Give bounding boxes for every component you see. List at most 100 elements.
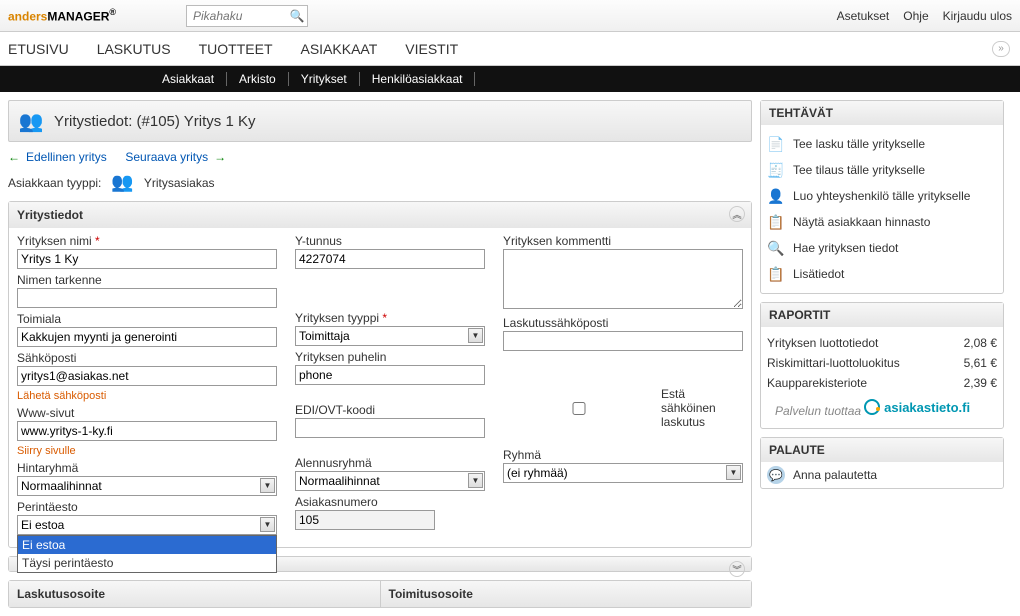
company-icon: 👥	[14, 106, 48, 136]
search-icon[interactable]: 🔍	[287, 6, 307, 26]
nav-messages[interactable]: VIESTIT	[405, 41, 458, 57]
ctype-label: Yrityksen tyyppi *	[295, 311, 485, 325]
invemail-input[interactable]	[503, 331, 743, 351]
chevron-down-icon[interactable]: ▼	[260, 478, 275, 493]
service-provider: Palvelun tuottaa asiakastieto.fi	[767, 393, 997, 422]
address-sections: Laskutusosoite Toimitusosoite	[8, 580, 752, 608]
prev-company-link[interactable]: Edellinen yritys	[26, 150, 107, 164]
speech-bubble-icon: 💬	[767, 466, 785, 484]
feedback-title: PALAUTE	[761, 438, 1003, 462]
chevron-down-icon[interactable]: ▼	[468, 328, 483, 343]
task-create-invoice[interactable]: 📄Tee lasku tälle yritykselle	[767, 131, 997, 157]
main-content: 👥 Yritystiedot: (#105) Yritys 1 Ky ← Ede…	[0, 92, 760, 616]
person-icon: 👤	[767, 187, 785, 205]
name-ext-input[interactable]	[17, 288, 277, 308]
pricegroup-label: Hintaryhmä	[17, 461, 277, 475]
nav-products[interactable]: TUOTTEET	[199, 41, 273, 57]
tasks-panel: TEHTÄVÄT 📄Tee lasku tälle yritykselle 🧾T…	[760, 100, 1004, 294]
comment-textarea[interactable]	[503, 249, 743, 309]
edi-label: EDI/OVT-koodi	[295, 403, 485, 417]
section-header: Yritystiedot ︽	[9, 202, 751, 228]
collect-option-full[interactable]: Täysi perintäesto	[18, 554, 276, 572]
industry-input[interactable]	[17, 327, 277, 347]
group-label: Ryhmä	[503, 448, 743, 462]
custno-input	[295, 510, 435, 530]
expand-icon[interactable]: ︾	[729, 561, 745, 577]
phone-label: Yrityksen puhelin	[295, 350, 485, 364]
collapse-icon[interactable]: ︽	[729, 206, 745, 222]
main-nav: ETUSIVU LASKUTUS TUOTTEET ASIAKKAAT VIES…	[0, 32, 1020, 66]
reports-title: RAPORTIT	[761, 303, 1003, 327]
chevron-down-icon[interactable]: ▼	[468, 473, 483, 488]
nav-customers[interactable]: ASIAKKAAT	[301, 41, 378, 57]
comment-label: Yrityksen kommentti	[503, 234, 743, 248]
search-input[interactable]	[187, 6, 287, 26]
nav-home[interactable]: ETUSIVU	[8, 41, 69, 57]
nav-expand-icon[interactable]: »	[992, 41, 1010, 57]
collect-option-none[interactable]: Ei estoa	[18, 536, 276, 554]
invoice-icon: 📄	[767, 135, 785, 153]
discount-select[interactable]	[295, 471, 485, 491]
link-help[interactable]: Ohje	[903, 9, 928, 23]
top-links: Asetukset Ohje Kirjaudu ulos	[837, 9, 1012, 23]
edi-input[interactable]	[295, 418, 485, 438]
arrow-right-icon[interactable]: →	[214, 150, 226, 164]
people-icon: 👥	[111, 172, 133, 193]
collect-select[interactable]	[17, 515, 277, 535]
ytunnus-input[interactable]	[295, 249, 485, 269]
www-label: Www-sivut	[17, 406, 277, 420]
billing-address-header: Laskutusosoite	[9, 581, 381, 607]
task-fetch-info[interactable]: 🔍Hae yrityksen tiedot	[767, 235, 997, 261]
report-register[interactable]: Kaupparekisteriote2,39 €	[767, 373, 997, 393]
chevron-down-icon[interactable]: ▼	[726, 465, 741, 480]
quick-search[interactable]: 🔍	[186, 5, 308, 27]
subnav-persons[interactable]: Henkilöasiakkaat	[360, 72, 476, 86]
ctype-select[interactable]	[295, 326, 485, 346]
email-label: Sähköposti	[17, 351, 277, 365]
send-email-link[interactable]: Lähetä sähköposti	[17, 390, 277, 402]
chevron-down-icon[interactable]: ▼	[260, 517, 275, 532]
next-company-link[interactable]: Seuraava yritys	[125, 150, 208, 164]
nav-billing[interactable]: LASKUTUS	[97, 41, 171, 57]
asiakastieto-icon	[864, 399, 880, 415]
clipboard-icon: 📋	[767, 265, 785, 283]
type-label: Asiakkaan tyyppi:	[8, 176, 101, 190]
pricegroup-select[interactable]	[17, 476, 277, 496]
block-einvoice-checkbox[interactable]	[503, 402, 655, 415]
subnav-companies[interactable]: Yritykset	[289, 72, 360, 86]
feedback-panel: PALAUTE 💬 Anna palautetta	[760, 437, 1004, 489]
invemail-label: Laskutussähköposti	[503, 316, 743, 330]
search-icon: 🔍	[767, 239, 785, 257]
arrow-left-icon[interactable]: ←	[8, 150, 20, 164]
task-create-contact[interactable]: 👤Luo yhteyshenkilö tälle yritykselle	[767, 183, 997, 209]
task-create-order[interactable]: 🧾Tee tilaus tälle yritykselle	[767, 157, 997, 183]
ytunnus-label: Y-tunnus	[295, 234, 485, 248]
collect-label: Perintäesto	[17, 500, 277, 514]
subnav-archive[interactable]: Arkisto	[227, 72, 289, 86]
sidebar: TEHTÄVÄT 📄Tee lasku tälle yritykselle 🧾T…	[760, 92, 1012, 505]
report-credit[interactable]: Yrityksen luottotiedot2,08 €	[767, 333, 997, 353]
brand-logo: andersMANAGER®	[0, 7, 116, 24]
www-input[interactable]	[17, 421, 277, 441]
phone-input[interactable]	[295, 365, 485, 385]
task-more-info[interactable]: 📋Lisätiedot	[767, 261, 997, 287]
customer-type: Asiakkaan tyyppi: 👥 Yritysasiakas	[8, 172, 752, 193]
company-name-label: Yrityksen nimi *	[17, 234, 277, 248]
task-show-pricelist[interactable]: 📋Näytä asiakkaan hinnasto	[767, 209, 997, 235]
company-name-input[interactable]	[17, 249, 277, 269]
link-settings[interactable]: Asetukset	[837, 9, 890, 23]
email-input[interactable]	[17, 366, 277, 386]
discount-label: Alennusryhmä	[295, 456, 485, 470]
goto-site-link[interactable]: Siirry sivulle	[17, 445, 277, 457]
link-logout[interactable]: Kirjaudu ulos	[943, 9, 1012, 23]
company-info-section: Yritystiedot ︽ Yrityksen nimi * Nimen ta…	[8, 201, 752, 548]
order-icon: 🧾	[767, 161, 785, 179]
name-ext-label: Nimen tarkenne	[17, 273, 277, 287]
group-select[interactable]	[503, 463, 743, 483]
custno-label: Asiakasnumero	[295, 495, 435, 509]
subnav-customers[interactable]: Asiakkaat	[150, 72, 227, 86]
report-risk[interactable]: Riskimittari-luottoluokitus5,61 €	[767, 353, 997, 373]
page-title: Yritystiedot: (#105) Yritys 1 Ky	[54, 113, 255, 130]
industry-label: Toimiala	[17, 312, 277, 326]
feedback-link[interactable]: 💬 Anna palautetta	[761, 462, 1003, 488]
